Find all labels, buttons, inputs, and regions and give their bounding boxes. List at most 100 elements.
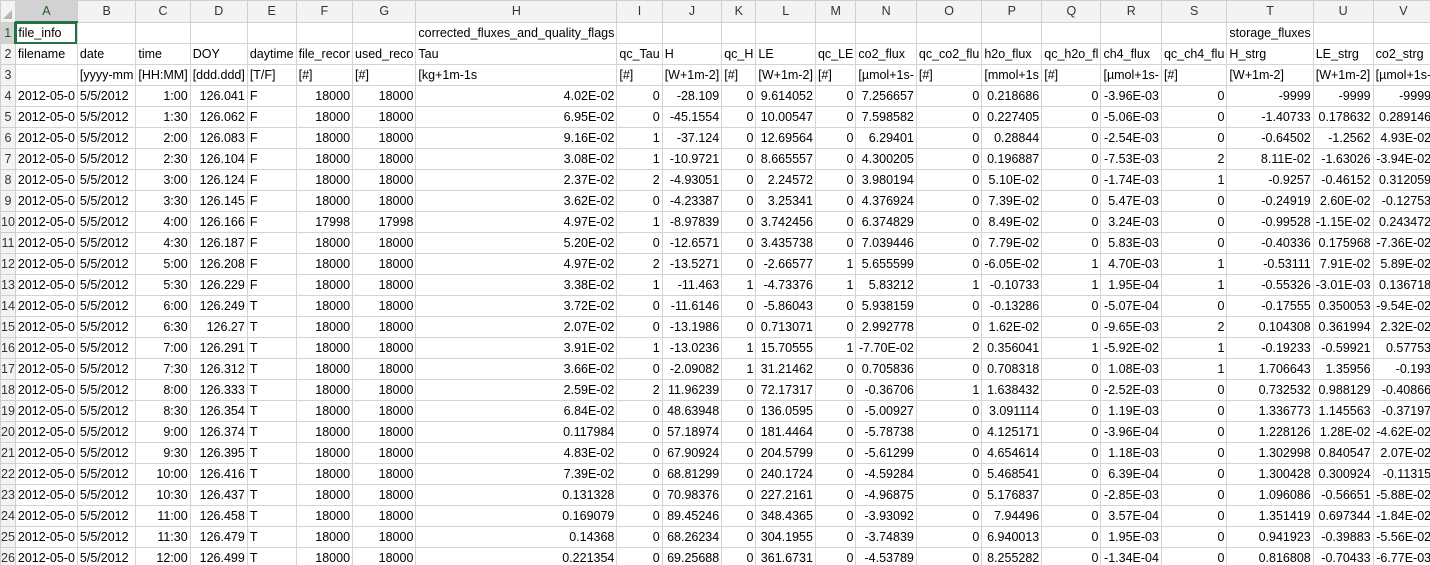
cell-o19[interactable]: 0 bbox=[915, 400, 983, 422]
cell-q17[interactable]: 0 bbox=[1041, 358, 1102, 380]
cell-p20[interactable]: 4.125171 bbox=[981, 421, 1043, 443]
cell-o15[interactable]: 0 bbox=[915, 316, 983, 338]
cell-a12[interactable]: 2012-05-0 bbox=[14, 253, 78, 275]
select-all-corner[interactable] bbox=[0, 0, 16, 23]
cell-h11[interactable]: 5.20E-02 bbox=[415, 232, 618, 254]
cell-o6[interactable]: 0 bbox=[915, 127, 983, 149]
cell-u10[interactable]: -1.15E-02 bbox=[1312, 211, 1374, 233]
cell-v1[interactable] bbox=[1372, 21, 1430, 44]
cell-e22[interactable]: T bbox=[246, 463, 297, 485]
cell-m17[interactable]: 0 bbox=[814, 358, 857, 380]
cell-f12[interactable]: 18000 bbox=[295, 253, 354, 275]
cell-k17[interactable]: 1 bbox=[721, 358, 757, 380]
cell-g9[interactable]: 18000 bbox=[352, 190, 417, 212]
cell-g10[interactable]: 17998 bbox=[352, 211, 417, 233]
cell-v14[interactable]: -9.54E-02 bbox=[1372, 295, 1430, 317]
cell-e10[interactable]: F bbox=[246, 211, 297, 233]
cell-d16[interactable]: 126.291 bbox=[189, 337, 248, 359]
cell-u14[interactable]: 0.350053 bbox=[1312, 295, 1374, 317]
cell-t12[interactable]: -0.53111 bbox=[1226, 253, 1314, 275]
cell-f1[interactable] bbox=[295, 21, 354, 44]
cell-q26[interactable]: 0 bbox=[1041, 547, 1102, 565]
cell-m16[interactable]: 1 bbox=[814, 337, 857, 359]
cell-v21[interactable]: 2.07E-02 bbox=[1372, 442, 1430, 464]
cell-j12[interactable]: -13.5271 bbox=[661, 253, 723, 275]
cell-m23[interactable]: 0 bbox=[814, 484, 857, 506]
cell-m10[interactable]: 0 bbox=[814, 211, 857, 233]
cell-s21[interactable]: 0 bbox=[1160, 442, 1228, 464]
cell-t16[interactable]: -0.19233 bbox=[1226, 337, 1314, 359]
cell-f14[interactable]: 18000 bbox=[295, 295, 354, 317]
cell-g17[interactable]: 18000 bbox=[352, 358, 417, 380]
cell-i16[interactable]: 1 bbox=[616, 337, 663, 359]
cell-l7[interactable]: 8.665557 bbox=[755, 148, 816, 170]
cell-g4[interactable]: 18000 bbox=[352, 85, 417, 107]
cell-i6[interactable]: 1 bbox=[616, 127, 663, 149]
cell-d1[interactable] bbox=[189, 21, 248, 44]
column-header-a[interactable]: A bbox=[14, 0, 78, 23]
cell-f26[interactable]: 18000 bbox=[295, 547, 354, 565]
cell-r4[interactable]: -3.96E-03 bbox=[1100, 85, 1162, 107]
cell-o20[interactable]: 0 bbox=[915, 421, 983, 443]
cell-h20[interactable]: 0.117984 bbox=[415, 421, 618, 443]
cell-p22[interactable]: 5.468541 bbox=[981, 463, 1043, 485]
cell-c24[interactable]: 11:00 bbox=[135, 505, 191, 527]
row-header-20[interactable]: 20 bbox=[0, 421, 16, 443]
cell-j24[interactable]: 89.45246 bbox=[661, 505, 723, 527]
cell-k18[interactable]: 0 bbox=[721, 379, 757, 401]
cell-i23[interactable]: 0 bbox=[616, 484, 663, 506]
cell-o24[interactable]: 0 bbox=[915, 505, 983, 527]
header-cell-o[interactable]: qc_co2_flu bbox=[915, 43, 983, 65]
cell-g15[interactable]: 18000 bbox=[352, 316, 417, 338]
cell-a16[interactable]: 2012-05-0 bbox=[14, 337, 78, 359]
unit-cell-a[interactable] bbox=[14, 64, 78, 86]
cell-e25[interactable]: T bbox=[246, 526, 297, 548]
cell-h4[interactable]: 4.02E-02 bbox=[415, 85, 618, 107]
cell-o14[interactable]: 0 bbox=[915, 295, 983, 317]
cell-v20[interactable]: -4.62E-02 bbox=[1372, 421, 1430, 443]
cell-u19[interactable]: 1.145563 bbox=[1312, 400, 1374, 422]
cell-n7[interactable]: 4.300205 bbox=[855, 148, 917, 170]
cell-v6[interactable]: 4.93E-02 bbox=[1372, 127, 1430, 149]
cell-f5[interactable]: 18000 bbox=[295, 106, 354, 128]
cell-v12[interactable]: 5.89E-02 bbox=[1372, 253, 1430, 275]
cell-n5[interactable]: 7.598582 bbox=[855, 106, 917, 128]
cell-q20[interactable]: 0 bbox=[1041, 421, 1102, 443]
header-cell-r[interactable]: ch4_flux bbox=[1100, 43, 1162, 65]
cell-o7[interactable]: 0 bbox=[915, 148, 983, 170]
cell-l14[interactable]: -5.86043 bbox=[755, 295, 816, 317]
cell-i15[interactable]: 0 bbox=[616, 316, 663, 338]
column-header-c[interactable]: C bbox=[135, 0, 191, 23]
cell-v8[interactable]: 0.312059 bbox=[1372, 169, 1430, 191]
header-cell-j[interactable]: H bbox=[661, 43, 723, 65]
cell-g22[interactable]: 18000 bbox=[352, 463, 417, 485]
cell-j1[interactable] bbox=[661, 21, 723, 44]
cell-c16[interactable]: 7:00 bbox=[135, 337, 191, 359]
cell-a22[interactable]: 2012-05-0 bbox=[14, 463, 78, 485]
cell-h16[interactable]: 3.91E-02 bbox=[415, 337, 618, 359]
cell-f18[interactable]: 18000 bbox=[295, 379, 354, 401]
cell-g24[interactable]: 18000 bbox=[352, 505, 417, 527]
cell-n20[interactable]: -5.78738 bbox=[855, 421, 917, 443]
cell-l1[interactable] bbox=[755, 21, 816, 44]
cell-c7[interactable]: 2:30 bbox=[135, 148, 191, 170]
cell-d6[interactable]: 126.083 bbox=[189, 127, 248, 149]
cell-e21[interactable]: T bbox=[246, 442, 297, 464]
row-header-25[interactable]: 25 bbox=[0, 526, 16, 548]
cell-r7[interactable]: -7.53E-03 bbox=[1100, 148, 1162, 170]
header-cell-v[interactable]: co2_strg bbox=[1372, 43, 1430, 65]
cell-t25[interactable]: 0.941923 bbox=[1226, 526, 1314, 548]
cell-o13[interactable]: 1 bbox=[915, 274, 983, 296]
column-header-o[interactable]: O bbox=[915, 0, 983, 23]
cell-o18[interactable]: 1 bbox=[915, 379, 983, 401]
cell-f13[interactable]: 18000 bbox=[295, 274, 354, 296]
cell-u1[interactable] bbox=[1312, 21, 1374, 44]
cell-v19[interactable]: -0.37197 bbox=[1372, 400, 1430, 422]
unit-cell-s[interactable]: [#] bbox=[1160, 64, 1228, 86]
cell-d20[interactable]: 126.374 bbox=[189, 421, 248, 443]
column-header-h[interactable]: H bbox=[415, 0, 618, 23]
cell-b10[interactable]: 5/5/2012 bbox=[76, 211, 137, 233]
cell-d8[interactable]: 126.124 bbox=[189, 169, 248, 191]
cell-r15[interactable]: -9.65E-03 bbox=[1100, 316, 1162, 338]
cell-a9[interactable]: 2012-05-0 bbox=[14, 190, 78, 212]
